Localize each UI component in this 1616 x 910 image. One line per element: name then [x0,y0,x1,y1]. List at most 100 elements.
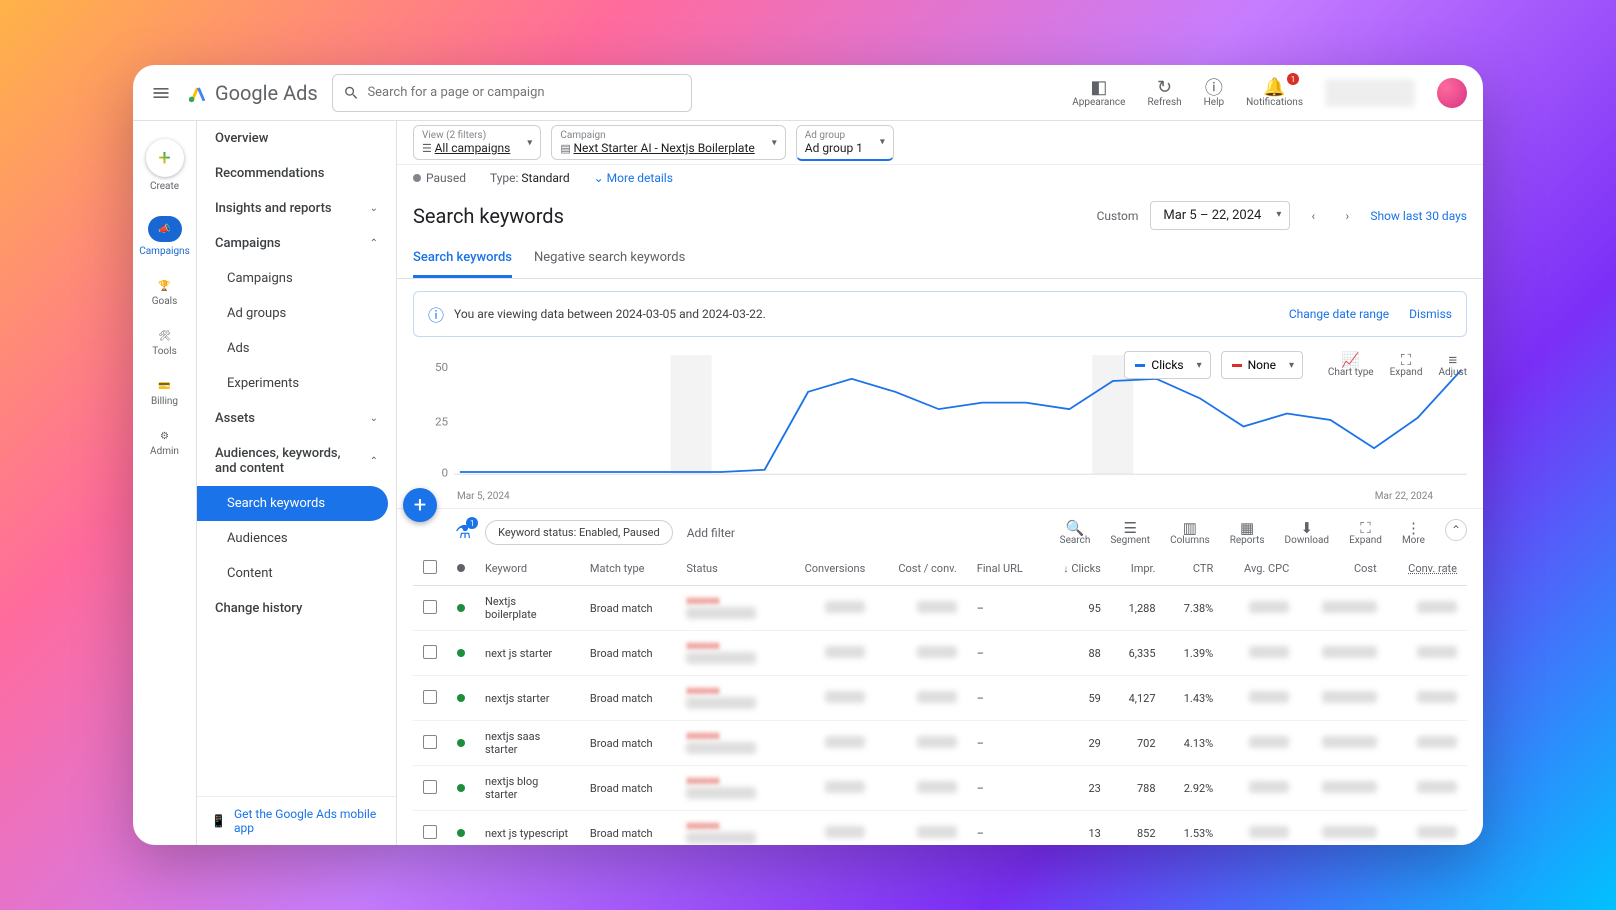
search-input-container[interactable] [332,74,692,112]
nav-insights[interactable]: Insights and reports⌄ [197,191,396,226]
mobile-app-link[interactable]: 📱Get the Google Ads mobile app [197,796,396,845]
nav-recommendations[interactable]: Recommendations [197,156,396,191]
cell-impr: 6,335 [1111,631,1166,676]
rail-admin[interactable]: ⚙Admin [133,427,196,461]
plus-icon: + [146,139,184,177]
more-details-link[interactable]: ⌄ More details [594,171,673,185]
table-row[interactable]: next js typescriptBroad matchxxxxxx–1385… [413,811,1467,846]
account-info-redacted [1325,79,1415,107]
appearance-button[interactable]: ◧Appearance [1072,77,1125,108]
add-keyword-fab[interactable]: + [403,488,437,522]
cell-clicks: 59 [1044,676,1111,721]
next-range-button[interactable]: › [1336,205,1358,227]
expand-icon: ⛶ [1401,351,1412,367]
cell-status-redacted: xxxxxx [676,586,781,631]
date-range-picker[interactable]: Mar 5 – 22, 2024 [1150,201,1290,230]
col-avg-cpc[interactable]: Avg. CPC [1223,552,1299,586]
cell-avgcpc-redacted [1223,766,1299,811]
add-filter-button[interactable]: Add filter [687,526,735,540]
col-clicks[interactable]: ↓Clicks [1044,552,1111,586]
nav-sub-adgroups[interactable]: Ad groups [197,296,396,331]
row-checkbox[interactable] [423,600,437,614]
col-ctr[interactable]: CTR [1166,552,1224,586]
nav-sub-ads[interactable]: Ads [197,331,396,366]
tab-search-keywords[interactable]: Search keywords [413,240,512,278]
crumb-campaign[interactable]: Campaign▤ Next Starter AI - Nextjs Boile… [551,125,785,160]
collapse-button[interactable]: ⌃ [1445,519,1467,541]
change-date-link[interactable]: Change date range [1289,307,1389,321]
table-wrap: Keyword Match type Status Conversions Co… [397,552,1483,845]
prev-range-button[interactable]: ‹ [1302,205,1324,227]
rail-campaigns[interactable]: 📣Campaigns [133,212,196,261]
col-conv-rate[interactable]: Conv. rate [1387,552,1467,586]
row-checkbox[interactable] [423,780,437,794]
col-status[interactable]: Status [676,552,781,586]
rail-billing[interactable]: 💳Billing [133,377,196,411]
active-filter-chip[interactable]: Keyword status: Enabled, Paused [485,520,673,545]
row-checkbox[interactable] [423,825,437,839]
help-button[interactable]: ⓘHelp [1204,77,1224,108]
rail-tools[interactable]: 🛠Tools [133,327,196,361]
col-cost[interactable]: Cost [1299,552,1386,586]
col-keyword[interactable]: Keyword [475,552,580,586]
download-button[interactable]: ⬇Download [1285,519,1330,546]
segment-button[interactable]: ☰Segment [1110,519,1150,546]
nav-akc[interactable]: Audiences, keywords, and content⌃ [197,436,396,486]
table-row[interactable]: nextjs starterBroad matchxxxxxx–594,1271… [413,676,1467,721]
red-legend-icon [1232,364,1242,367]
crumb-adgroup[interactable]: Ad groupAd group 1▾ [796,125,894,161]
row-checkbox[interactable] [423,735,437,749]
refresh-button[interactable]: ↻Refresh [1147,77,1181,108]
search-input[interactable] [367,85,680,100]
metric1-selector[interactable]: Clicks [1124,351,1210,379]
cell-convrate-redacted [1387,766,1467,811]
avatar[interactable] [1437,78,1467,108]
tab-negative-keywords[interactable]: Negative search keywords [534,240,685,278]
svg-text:50: 50 [435,362,448,374]
table-row[interactable]: nextjs blog starterBroad matchxxxxxx–237… [413,766,1467,811]
chart-type-button[interactable]: 📈Chart type [1328,351,1374,378]
col-match[interactable]: Match type [580,552,676,586]
notifications-button[interactable]: 🔔1 Notifications [1246,77,1303,108]
nav-campaigns[interactable]: Campaigns⌃ [197,226,396,261]
table-row[interactable]: Nextjs boilerplateBroad matchxxxxxx–951,… [413,586,1467,631]
table-search-button[interactable]: 🔍Search [1060,519,1091,546]
metric2-selector[interactable]: None [1221,351,1303,379]
logo[interactable]: Google Ads [187,81,318,105]
cell-avgcpc-redacted [1223,811,1299,846]
menu-icon[interactable] [149,81,173,105]
columns-button[interactable]: ▥Columns [1170,519,1210,546]
adjust-button[interactable]: ≡Adjust [1438,351,1467,378]
nav-sub-campaigns[interactable]: Campaigns [197,261,396,296]
show-last-30-link[interactable]: Show last 30 days [1370,209,1467,223]
download-icon: ⬇ [1301,519,1314,535]
dismiss-link[interactable]: Dismiss [1409,307,1452,321]
table-row[interactable]: nextjs saas starterBroad matchxxxxxx–297… [413,721,1467,766]
more-button[interactable]: ⋮More [1402,519,1425,546]
nav-sub-experiments[interactable]: Experiments [197,366,396,401]
row-checkbox[interactable] [423,690,437,704]
select-all-checkbox[interactable] [423,560,437,574]
reports-button[interactable]: ▦Reports [1230,519,1265,546]
col-cost-conv[interactable]: Cost / conv. [875,552,966,586]
table-row[interactable]: next js starterBroad matchxxxxxx–886,335… [413,631,1467,676]
expand-chart-button[interactable]: ⛶Expand [1390,351,1423,378]
filter-icon-button[interactable]: ⚗1 [455,522,471,543]
chart-start-date: Mar 5, 2024 [457,491,510,502]
chevron-down-icon: ▾ [880,137,885,148]
col-final-url[interactable]: Final URL [967,552,1044,586]
col-impr[interactable]: Impr. [1111,552,1166,586]
crumb-view[interactable]: View (2 filters)☰ All campaigns▾ [413,125,541,160]
rail-create[interactable]: + Create [133,135,196,196]
row-checkbox[interactable] [423,645,437,659]
nav-sub-audiences[interactable]: Audiences [197,521,396,556]
nav-change-history[interactable]: Change history [197,591,396,626]
nav-overview[interactable]: Overview [197,121,396,156]
rail-goals[interactable]: 🏆Goals [133,277,196,311]
col-conversions[interactable]: Conversions [781,552,875,586]
nav-sub-content[interactable]: Content [197,556,396,591]
cell-clicks: 23 [1044,766,1111,811]
expand-table-button[interactable]: ⛶Expand [1349,519,1382,546]
nav-assets[interactable]: Assets⌄ [197,401,396,436]
nav-sub-search-keywords[interactable]: Search keywords [197,486,388,521]
